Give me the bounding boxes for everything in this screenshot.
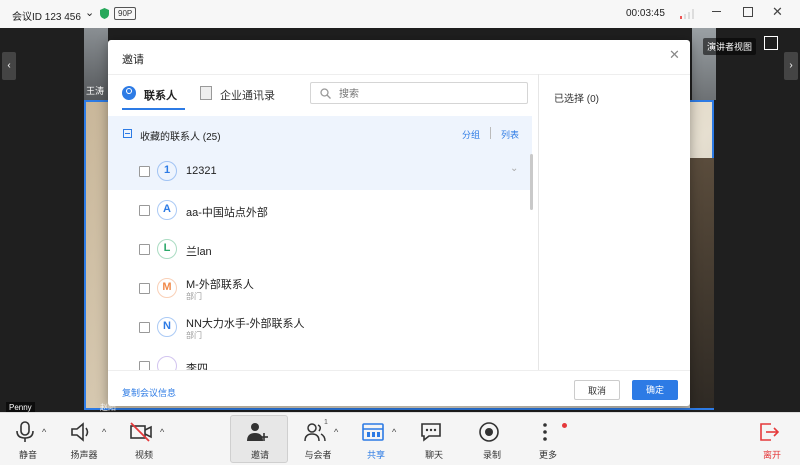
contact-icon [122,86,136,100]
confirm-button[interactable]: 确定 [632,380,678,400]
avatar: M [157,278,177,298]
control-bar: 静音 ^ 扬声器 ^ 视频 ^ 邀请 1 与会者 ^ 共享 ^ 聊天 录制 更多… [0,412,800,465]
mute-button[interactable]: 静音 [0,417,56,461]
divider [490,127,491,139]
share-icon [362,423,384,441]
avatar: A [157,200,177,220]
microphone-icon [16,421,34,442]
contact-department: 部门 [186,331,202,340]
contacts-pane: 联系人 企业通讯录 收藏的联系人 (25) 分组 列表 1 12321 ⌄ Aaa-中… [108,74,538,370]
more-button[interactable]: 更多 [520,417,576,461]
list-view-toggle[interactable]: 列表 [501,128,519,141]
copy-meeting-info-link[interactable]: 复制会议信息 [122,386,176,399]
dialog-header: 邀请 ✕ [108,40,690,75]
chevron-up-icon[interactable]: ^ [102,427,106,437]
video-off-icon [130,422,152,442]
contact-department: 部门 [186,292,202,301]
contact-name: NN大力水手-外部联系人 [186,318,305,330]
notification-dot [562,423,567,428]
participant-count: 1 [324,419,328,426]
contact-checkbox[interactable] [139,205,150,216]
contact-list: 1 12321 ⌄ Aaa-中国站点外部 L 兰lan M M-外部联系人 部门 N NN大力水手-… [108,152,532,370]
prev-page-arrow-icon[interactable]: ‹ [2,52,16,80]
search-input[interactable] [337,85,521,103]
chevron-up-icon[interactable]: ^ [392,427,396,437]
group-view-toggle[interactable]: 分组 [462,128,480,141]
contact-checkbox[interactable] [139,244,150,255]
shield-icon [100,8,109,19]
dialog-title: 邀请 [122,54,144,66]
record-button[interactable]: 录制 [464,417,520,461]
meeting-timer: 00:03:45 [626,8,665,19]
signal-icon [680,9,694,19]
avatar: N [157,317,177,337]
contact-checkbox[interactable] [139,361,150,370]
contact-row[interactable]: M M-外部联系人 部门 [108,269,532,307]
contact-row[interactable]: L 兰lan [108,230,532,268]
next-page-arrow-icon[interactable]: › [784,52,798,80]
avatar [157,356,177,370]
group-label: 收藏的联系人 (25) [140,132,221,143]
participant-name: 王涛 [86,86,105,96]
cancel-button[interactable]: 取消 [574,380,620,400]
contact-name: M-外部联系人 [186,279,254,291]
tab-directory[interactable]: 企业通讯录 [200,84,296,104]
contact-row[interactable]: N NN大力水手-外部联系人 部门 [108,308,532,346]
search-box[interactable] [310,82,528,104]
invite-button[interactable]: 邀请 [232,417,288,461]
record-icon [479,422,499,442]
contact-checkbox[interactable] [139,322,150,333]
invite-icon [247,423,268,441]
collapse-icon[interactable] [123,129,132,138]
speaker-button[interactable]: 扬声器 [56,417,112,461]
close-icon[interactable]: ✕ [669,47,680,63]
video-button[interactable]: 视频 [116,417,172,461]
leave-button[interactable]: 离开 [744,417,800,461]
chevron-up-icon[interactable]: ^ [42,427,46,437]
contact-row[interactable]: 1 12321 ⌄ [108,152,532,190]
avatar: L [157,239,177,259]
dialog-footer: 复制会议信息 取消 确定 [108,370,690,406]
quality-badge: 90P [114,7,137,20]
minimize-icon[interactable] [712,11,721,12]
close-icon[interactable]: ✕ [772,4,783,20]
meeting-id[interactable]: 会议ID 123 456 [12,8,81,23]
invite-dialog: 邀请 ✕ 联系人 企业通讯录 收藏的联系人 (25) [108,40,690,406]
title-bar: 会议ID 123 456 ⌄ 90P 00:03:45 ✕ [0,0,800,29]
search-icon [320,88,331,99]
chevron-up-icon[interactable]: ^ [160,427,164,437]
fullscreen-icon[interactable] [764,36,778,50]
group-header[interactable]: 收藏的联系人 (25) 分组 列表 [108,116,532,152]
contact-row[interactable]: 李四 [108,347,532,370]
speaker-view-button[interactable]: 演讲者视图 [703,38,757,55]
contact-checkbox[interactable] [139,283,150,294]
tab-contacts[interactable]: 联系人 [122,84,192,104]
more-icon [543,423,547,441]
directory-icon [200,86,212,100]
contact-name: 兰lan [186,246,212,258]
participants-button[interactable]: 1 与会者 [290,417,346,461]
contact-row[interactable]: Aaa-中国站点外部 [108,191,532,229]
contact-checkbox[interactable] [139,166,150,177]
chevron-down-icon[interactable]: ⌄ [85,6,94,19]
chevron-up-icon[interactable]: ^ [334,427,338,437]
person-silhouette [690,158,714,408]
chat-icon [421,423,441,442]
speaker-icon [71,422,89,442]
maximize-icon[interactable] [743,7,753,17]
contact-name: aa-中国站点外部 [186,207,268,219]
chat-button[interactable]: 聊天 [406,417,462,461]
contact-name: 李四 [186,363,208,370]
tab-underline [122,108,185,110]
chevron-down-icon[interactable]: ⌄ [510,163,518,174]
leave-icon [760,423,780,441]
pane-divider [538,74,539,370]
avatar: 1 [157,161,177,181]
selected-count: 已选择 (0) [554,94,599,105]
share-button[interactable]: 共享 [348,417,404,461]
contact-name: 12321 [186,165,217,177]
scrollbar[interactable] [530,154,533,210]
